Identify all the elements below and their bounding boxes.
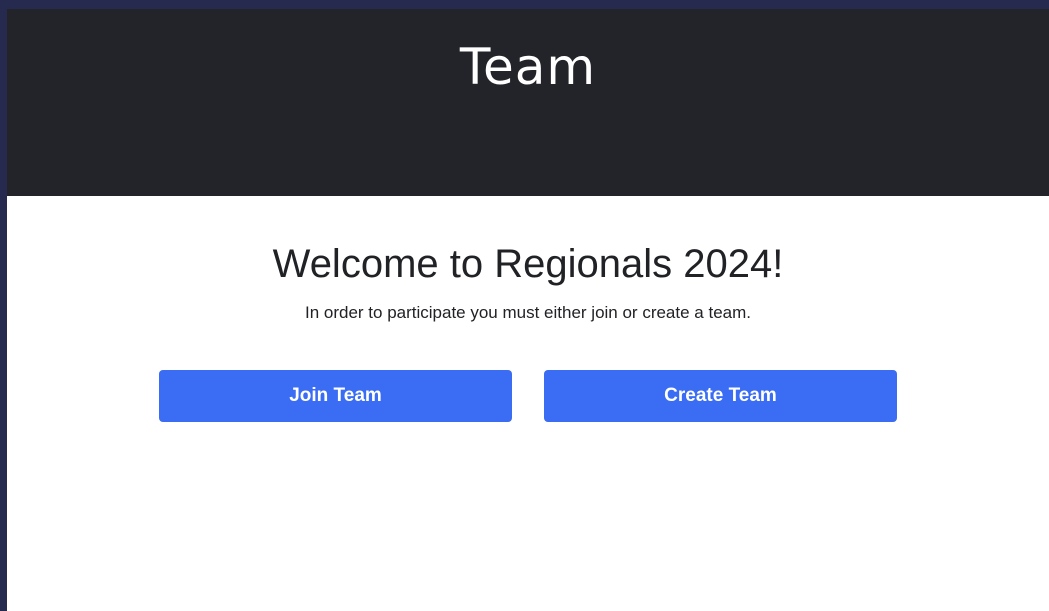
join-team-button[interactable]: Join Team xyxy=(159,370,512,422)
page-header: Team xyxy=(7,9,1049,196)
create-team-button[interactable]: Create Team xyxy=(544,370,897,422)
welcome-heading: Welcome to Regionals 2024! xyxy=(272,242,784,286)
app-window: Team Welcome to Regionals 2024! In order… xyxy=(7,9,1049,611)
header-title: Team xyxy=(459,38,597,96)
instruction-text: In order to participate you must either … xyxy=(304,303,751,322)
main-content: Welcome to Regionals 2024! In order to p… xyxy=(7,196,1049,422)
action-buttons: Join Team Create Team xyxy=(159,370,897,422)
